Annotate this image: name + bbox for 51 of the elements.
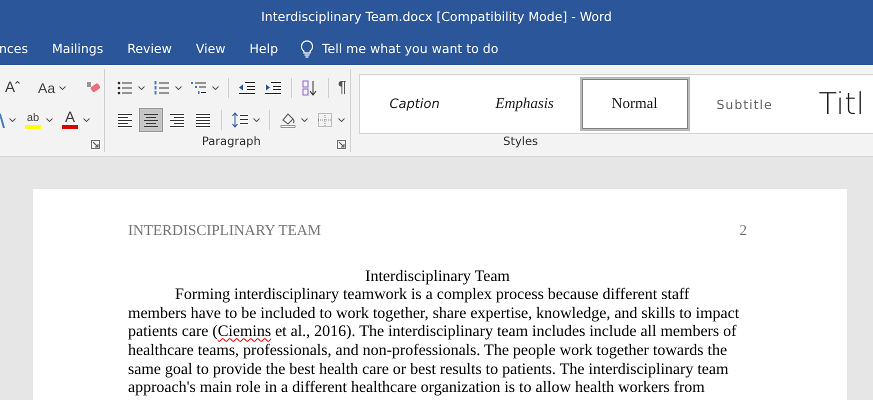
style-option[interactable]: Titl [800,77,873,131]
multilevel-list-icon [190,79,208,97]
caret-icon [83,118,90,122]
caret-icon [138,86,145,90]
bullet-list-icon [116,79,134,97]
highlight-button[interactable]: ab [21,108,56,132]
align-center-button[interactable] [139,108,163,132]
borders-icon [316,111,334,129]
paint-bucket-icon [279,111,297,129]
decrease-indent-icon [238,79,256,97]
change-case-button[interactable]: Aa [35,76,70,100]
align-left-icon [116,111,134,129]
dialog-launcher-icon[interactable] [336,140,346,149]
page-number: 2 [740,222,747,241]
caret-icon [9,118,16,122]
menu-tab[interactable]: Mailings [40,32,116,65]
menu-tab[interactable]: Review [115,32,184,65]
caret-icon [301,118,308,122]
align-right-icon [168,111,186,129]
caret-icon [253,118,260,122]
header-title: INTERDISCIPLINARY TEAM [128,222,321,241]
caret-icon [175,86,182,90]
justify-icon [194,111,212,129]
menu-tab[interactable]: View [184,32,238,65]
menu-tab[interactable]: nces [0,32,40,65]
style-option[interactable]: Subtitle [690,77,800,131]
lightbulb-icon [300,40,314,58]
caret-icon [338,118,345,122]
pilcrow-icon: ¶ [338,79,347,97]
font-color-button[interactable]: A [58,108,93,132]
dialog-launcher-icon[interactable] [91,140,100,149]
style-option[interactable]: Emphasis [470,77,580,131]
caret-icon [212,86,219,90]
style-option[interactable]: Caption [360,77,470,131]
group-label: Paragraph [202,134,261,148]
sort-icon [301,79,319,97]
change-case-icon: Aa [38,79,56,97]
line-spacing-icon [231,111,249,129]
body-paragraph: Forming interdisciplinary teamwork is a complex process because different staff members have to be included to work together, share expertise, knowledge, and skills to impact patients care (Ciemins et al., 2016). The interdisciplinary team includes include all members of healthcare teams, professionals, and non-professionals. The people work together towards the same goal to provide the best health care or best results to patients. The interdisciplinary team approach's main role in a different healthcare organization is to allow health workers from [128,286,740,398]
document-heading: Interdisciplinary Team [365,268,510,285]
group-label: Styles [503,134,538,148]
pilcrow-button[interactable]: ¶ [335,76,350,100]
style-option[interactable]: Normal [580,77,690,131]
align-center-icon [142,111,160,129]
numbered-list-icon [153,79,171,97]
window-title: Interdisciplinary Team.docx [Compatibility Mode] - Word [261,8,612,24]
tell-me-search-field[interactable]: Tell me what you want to do [322,41,522,56]
caret-icon [46,118,53,122]
menu-tab[interactable]: Help [238,32,290,65]
caret-icon [59,86,66,90]
increase-indent-icon [264,79,282,97]
